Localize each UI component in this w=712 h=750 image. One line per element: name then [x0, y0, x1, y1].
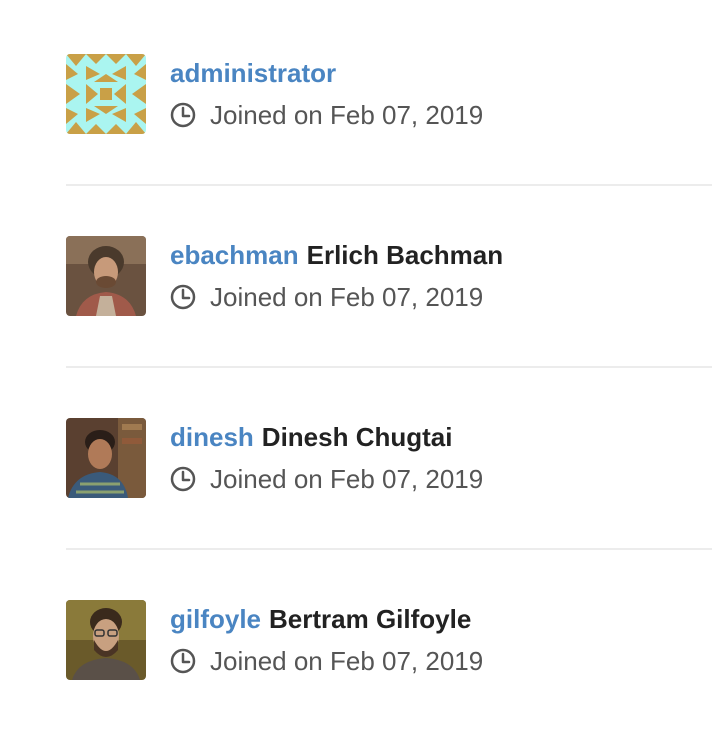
divider — [66, 184, 712, 186]
username-link[interactable]: ebachman — [170, 240, 299, 270]
avatar[interactable] — [66, 418, 146, 498]
joined-text: Joined on Feb 07, 2019 — [210, 646, 484, 676]
joined-text: Joined on Feb 07, 2019 — [210, 100, 484, 130]
user-row: administrator Joined on Feb 07, 2019 — [66, 54, 712, 134]
user-name-line: dinesh Dinesh Chugtai — [170, 422, 452, 452]
user-row: gilfoyle Bertram Gilfoyle Joined on Feb 0… — [66, 600, 712, 680]
joined-date: Joined on Feb 07, 2019 — [170, 646, 483, 676]
user-row: dinesh Dinesh Chugtai Joined on Feb 07, 2… — [66, 418, 712, 498]
avatar-photo — [66, 600, 146, 680]
avatar[interactable] — [66, 54, 146, 134]
user-row: ebachman Erlich Bachman Joined on Feb 07,… — [66, 236, 712, 316]
user-full-name: Erlich Bachman — [306, 240, 504, 270]
username-link[interactable]: gilfoyle — [170, 604, 261, 634]
user-full-name: Bertram Gilfoyle — [269, 604, 472, 634]
clock-icon — [170, 466, 196, 492]
avatar[interactable] — [66, 236, 146, 316]
user-name-line: administrator — [170, 58, 344, 88]
divider — [66, 366, 712, 368]
identicon-avatar — [66, 54, 146, 134]
username-link[interactable]: administrator — [170, 58, 336, 88]
joined-date: Joined on Feb 07, 2019 — [170, 282, 483, 312]
avatar-photo — [66, 236, 146, 316]
username-link[interactable]: dinesh — [170, 422, 254, 452]
user-name-line: ebachman Erlich Bachman — [170, 240, 503, 270]
joined-text: Joined on Feb 07, 2019 — [210, 464, 484, 494]
joined-text: Joined on Feb 07, 2019 — [210, 282, 484, 312]
user-full-name: Dinesh Chugtai — [261, 422, 453, 452]
clock-icon — [170, 102, 196, 128]
joined-date: Joined on Feb 07, 2019 — [170, 464, 483, 494]
joined-date: Joined on Feb 07, 2019 — [170, 100, 483, 130]
clock-icon — [170, 284, 196, 310]
avatar-photo — [66, 418, 146, 498]
user-name-line: gilfoyle Bertram Gilfoyle — [170, 604, 471, 634]
avatar[interactable] — [66, 600, 146, 680]
divider — [66, 548, 712, 550]
clock-icon — [170, 648, 196, 674]
